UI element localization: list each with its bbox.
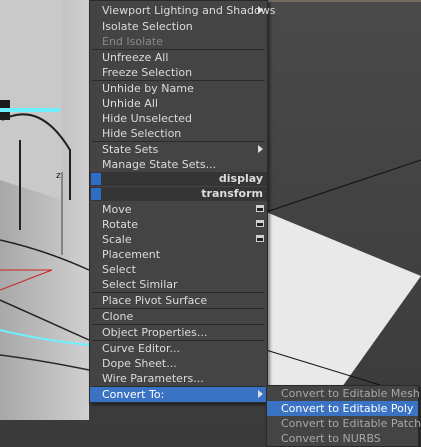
quad-color-swatch [91,173,101,185]
menu-item-viewport-lighting[interactable]: Viewport Lighting and Shadows [90,3,275,18]
menu-item-wire-parameters[interactable]: Wire Parameters... [90,371,267,386]
menu-item-state-sets[interactable]: State Sets [90,142,267,157]
menu-item-select-similar[interactable]: Select Similar [90,277,267,292]
settings-dialog-icon[interactable] [256,220,264,227]
menu-item-end-isolate: End Isolate [102,35,163,48]
submenu-item-editable-mesh[interactable]: Convert to Editable Mesh [267,386,420,401]
menu-item-select[interactable]: Select [90,262,267,277]
settings-dialog-icon[interactable] [256,235,264,242]
quad-color-swatch [91,188,101,200]
settings-dialog-icon[interactable] [256,205,264,212]
menu-item-dope-sheet[interactable]: Dope Sheet... [90,356,267,371]
submenu-item-editable-patch[interactable]: Convert to Editable Patch [267,416,421,431]
menu-item-unfreeze-all[interactable]: Unfreeze All [90,50,267,65]
menu-item-place-pivot-surface[interactable]: Place Pivot Surface [90,293,267,308]
menu-item-scale[interactable]: Scale [90,232,267,247]
menu-item-rotate[interactable]: Rotate [90,217,267,232]
menu-item-placement[interactable]: Placement [90,247,267,262]
menu-item-object-properties[interactable]: Object Properties... [90,325,267,340]
quad-menu: Viewport Lighting and Shadows Isolate Se… [89,0,275,403]
axis-z-label: z [56,171,61,181]
menu-item-clone[interactable]: Clone [90,309,267,324]
quad-header-transform[interactable]: transform [90,187,267,201]
submenu-arrow-icon [258,6,263,14]
menu-item-hide-selection[interactable]: Hide Selection [90,126,267,141]
menu-item-manage-state-sets[interactable]: Manage State Sets... [90,157,267,172]
menu-item-unhide-all[interactable]: Unhide All [90,96,267,111]
menu-item-isolate-selection[interactable]: Isolate Selection [90,19,267,34]
submenu-arrow-icon [258,390,263,398]
quad-header-display[interactable]: display [90,172,267,186]
submenu-item-nurbs[interactable]: Convert to NURBS [267,431,418,446]
menu-item-unhide-by-name[interactable]: Unhide by Name [90,81,267,96]
submenu-arrow-icon [258,145,263,153]
menu-item-convert-to[interactable]: Convert To: [90,387,267,402]
menu-item-curve-editor[interactable]: Curve Editor... [90,341,267,356]
menu-item-freeze-selection[interactable]: Freeze Selection [90,65,267,80]
submenu-item-editable-poly[interactable]: Convert to Editable Poly [267,401,418,416]
menu-item-hide-unselected[interactable]: Hide Unselected [90,111,267,126]
convert-to-submenu: Convert to Editable Mesh Convert to Edit… [266,385,421,447]
menu-item-move[interactable]: Move [90,202,267,217]
